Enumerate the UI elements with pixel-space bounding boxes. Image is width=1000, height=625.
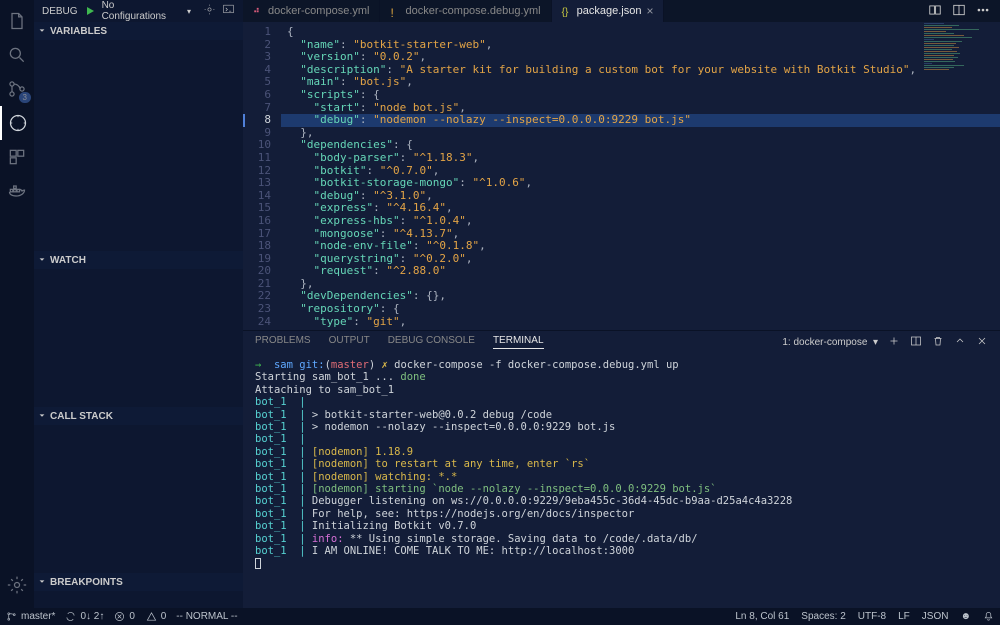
breakpoints-section-header[interactable]: BREAKPOINTS [34,573,243,591]
line-gutter: 123456789101112131415161718192021222324 [243,26,281,328]
debug-sidebar: DEBUG No Configurations ▾ VARIABLES WATC… [34,0,243,608]
scm-icon[interactable]: 3 [0,72,34,106]
activity-bar: 3 [0,0,34,608]
tab-docker-compose-debug-yml[interactable]: !docker-compose.debug.yml [380,0,551,22]
compare-changes-icon[interactable] [928,3,942,20]
debug-header: DEBUG No Configurations ▾ [34,0,243,22]
debug-icon[interactable] [0,106,34,140]
split-editor-icon[interactable] [952,3,966,20]
callstack-section-header[interactable]: CALL STACK [34,407,243,425]
vim-mode-status: -- NORMAL -- [176,611,237,622]
bottom-panel: PROBLEMS OUTPUT DEBUG CONSOLE TERMINAL 1: d… [243,330,1000,608]
encoding-status[interactable]: UTF-8 [858,611,886,622]
indentation-status[interactable]: Spaces: 2 [801,611,845,622]
terminal-selector[interactable]: 1: docker-compose ▾ [782,337,878,348]
notifications-icon[interactable] [983,611,994,622]
dropdown-icon[interactable]: ▾ [187,7,191,16]
variables-section-header[interactable]: VARIABLES [34,22,243,40]
split-terminal-icon[interactable] [910,335,922,350]
file-icon: ! [390,6,400,16]
editor-tab-bar: docker-compose.yml!docker-compose.debug.… [243,0,1000,22]
tab-docker-compose-yml[interactable]: docker-compose.yml [243,0,380,22]
language-mode-status[interactable]: JSON [922,611,949,622]
debug-config-gear-icon[interactable] [203,3,216,19]
debug-config-selector[interactable]: No Configurations [102,0,181,22]
more-actions-icon[interactable] [976,3,990,20]
debug-title: DEBUG [42,6,78,17]
file-icon [253,6,263,16]
problems-status[interactable]: 0 0 [114,611,166,622]
close-icon[interactable]: × [646,4,653,18]
code-editor[interactable]: 123456789101112131415161718192021222324 … [243,22,1000,330]
panel-tab-bar: PROBLEMS OUTPUT DEBUG CONSOLE TERMINAL 1: d… [243,331,1000,353]
debug-console-icon[interactable] [222,3,235,19]
panel-tab-problems[interactable]: PROBLEMS [255,335,311,349]
extensions-icon[interactable] [0,140,34,174]
sync-status[interactable]: 0↓ 2↑ [65,611,104,622]
minimap[interactable] [920,22,1000,330]
watch-section-header[interactable]: WATCH [34,251,243,269]
status-bar: master* 0↓ 2↑ 0 0 -- NORMAL -- Ln 8, Col… [0,608,1000,625]
settings-gear-icon[interactable] [0,568,34,602]
explorer-icon[interactable] [0,4,34,38]
tab-package-json[interactable]: {}package.json× [552,0,665,22]
kill-terminal-icon[interactable] [932,335,944,350]
debug-start-button[interactable] [84,5,96,17]
cursor-position-status[interactable]: Ln 8, Col 61 [735,611,789,622]
terminal-output[interactable]: → sam git:(master) ✗ docker-compose -f d… [243,353,1000,578]
feedback-icon[interactable]: ☻ [960,611,971,622]
docker-icon[interactable] [0,174,34,208]
search-icon[interactable] [0,38,34,72]
panel-tab-terminal[interactable]: TERMINAL [493,335,544,349]
eol-status[interactable]: LF [898,611,910,622]
maximize-panel-icon[interactable] [954,335,966,350]
new-terminal-icon[interactable] [888,335,900,350]
scm-badge: 3 [19,92,31,103]
panel-tab-output[interactable]: OUTPUT [329,335,370,349]
panel-tab-debug-console[interactable]: DEBUG CONSOLE [388,335,475,349]
git-branch-status[interactable]: master* [6,611,55,622]
close-panel-icon[interactable] [976,335,988,350]
file-icon: {} [562,6,572,16]
